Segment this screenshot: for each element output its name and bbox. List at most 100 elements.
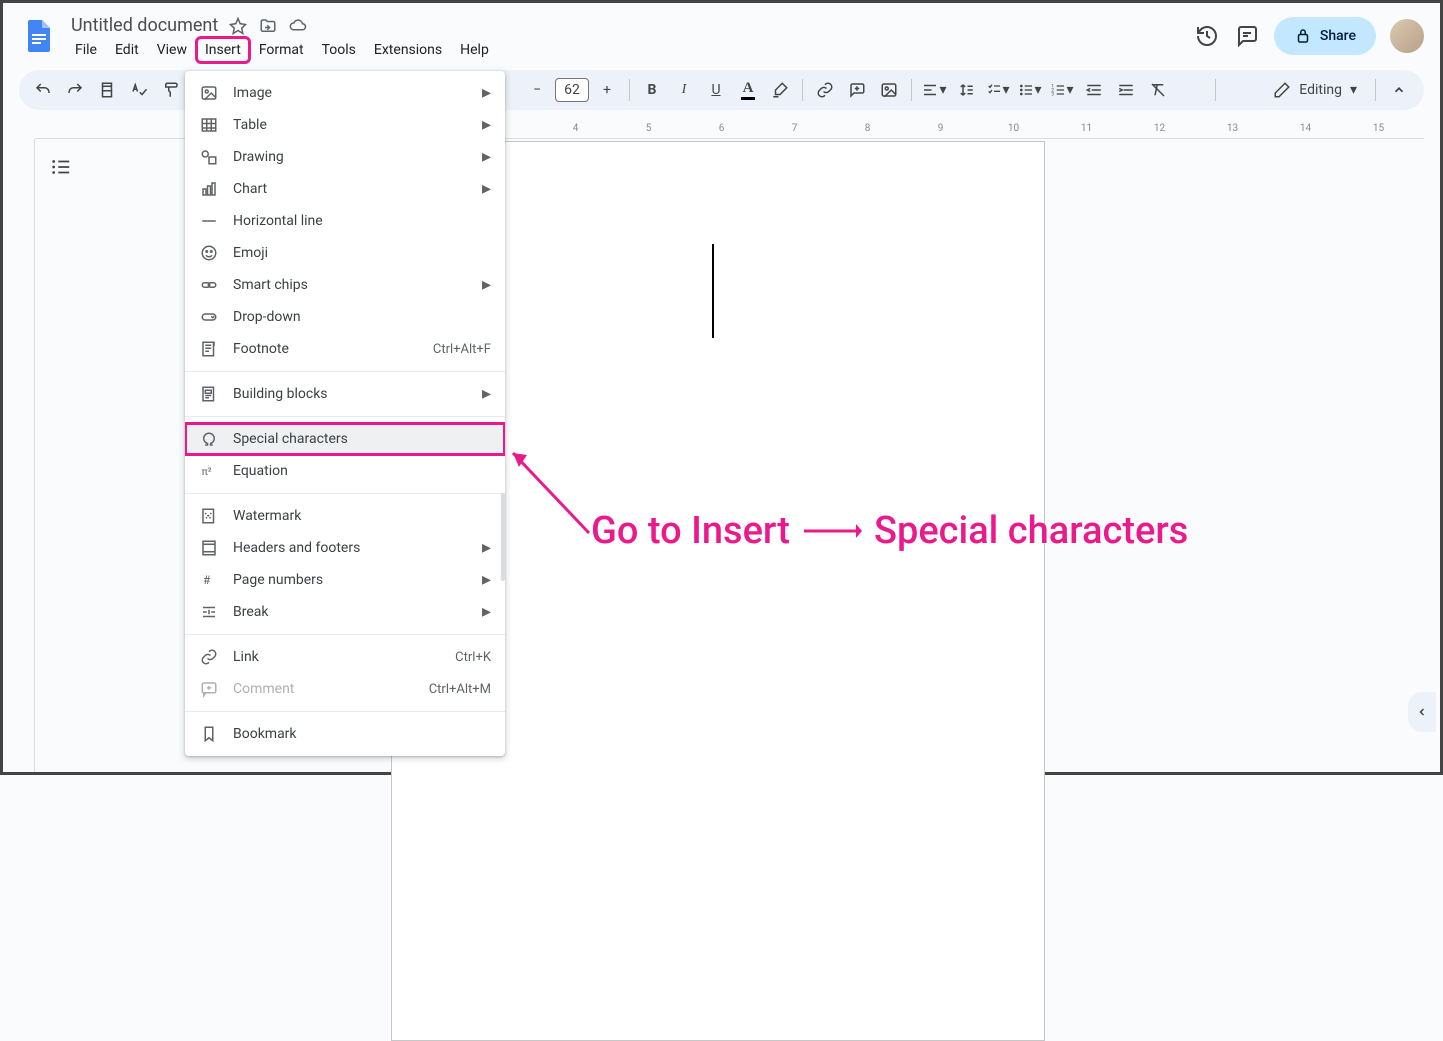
text-color-button[interactable]: A xyxy=(734,76,762,104)
menu-item-label: Drop-down xyxy=(233,309,491,325)
menu-shortcut: Ctrl+Alt+F xyxy=(433,342,491,357)
menu-extensions[interactable]: Extensions xyxy=(366,38,450,62)
menu-item-equation[interactable]: π²Equation xyxy=(185,455,505,487)
menu-item-footnote[interactable]: 1 Footnote Ctrl+Alt+F xyxy=(185,333,505,365)
menu-shortcut: Ctrl+Alt+M xyxy=(429,682,491,697)
font-size-input[interactable]: 62 xyxy=(555,78,589,102)
doc-title[interactable]: Untitled document xyxy=(71,15,218,36)
menu-item-label: Smart chips xyxy=(233,277,468,293)
comments-icon[interactable] xyxy=(1234,23,1260,49)
redo-button[interactable] xyxy=(61,76,89,104)
editing-mode-button[interactable]: Editing ▾ xyxy=(1263,81,1367,99)
paint-format-button[interactable] xyxy=(157,76,185,104)
menu-item-page-numbers[interactable]: #Page numbers▸ xyxy=(185,564,505,596)
share-label: Share xyxy=(1320,28,1356,44)
pagenum-icon: # xyxy=(199,571,219,589)
move-folder-icon[interactable] xyxy=(258,16,278,36)
align-button[interactable]: ▾ xyxy=(920,76,948,104)
menu-item-label: Table xyxy=(233,117,468,133)
bold-button[interactable]: B xyxy=(638,76,666,104)
italic-button[interactable]: I xyxy=(670,76,698,104)
highlight-color-button[interactable] xyxy=(766,76,794,104)
menu-item-smart-chips[interactable]: Smart chips▸ xyxy=(185,269,505,301)
menu-item-label: Footnote xyxy=(233,341,419,357)
add-comment-button[interactable] xyxy=(843,76,871,104)
menu-item-label: Image xyxy=(233,85,468,101)
history-icon[interactable] xyxy=(1194,23,1220,49)
menu-item-label: Emoji xyxy=(233,245,491,261)
print-button[interactable] xyxy=(93,76,121,104)
spellcheck-button[interactable] xyxy=(125,76,153,104)
underline-button[interactable]: U xyxy=(702,76,730,104)
menu-item-watermark[interactable]: Watermark xyxy=(185,500,505,532)
undo-button[interactable] xyxy=(29,76,57,104)
svg-text:1: 1 xyxy=(213,341,216,348)
show-side-panel-button[interactable] xyxy=(1408,692,1436,732)
font-size-decrease[interactable]: − xyxy=(523,76,551,104)
menu-item-drawing[interactable]: Drawing▸ xyxy=(185,141,505,173)
svg-text:#: # xyxy=(203,573,211,587)
menu-item-label: Horizontal line xyxy=(233,213,491,229)
font-size-increase[interactable]: + xyxy=(593,76,621,104)
comment-icon xyxy=(199,680,219,698)
menu-item-link[interactable]: Link Ctrl+K xyxy=(185,641,505,673)
menu-item-bookmark[interactable]: Bookmark xyxy=(185,718,505,750)
menu-item-table[interactable]: Table ▸ xyxy=(185,109,505,141)
bulleted-list-button[interactable]: ▾ xyxy=(1016,76,1044,104)
avatar[interactable] xyxy=(1390,19,1424,53)
separator xyxy=(629,79,630,101)
menu-item-building-blocks[interactable]: Building blocks▸ xyxy=(185,378,505,410)
decrease-indent-button[interactable] xyxy=(1080,76,1108,104)
menu-file[interactable]: File xyxy=(67,38,105,62)
increase-indent-button[interactable] xyxy=(1112,76,1140,104)
insert-link-button[interactable] xyxy=(811,76,839,104)
editing-mode-label: Editing xyxy=(1299,82,1342,98)
submenu-arrow-icon: ▸ xyxy=(482,539,491,557)
menu-item-headers-and-footers[interactable]: Headers and footers▸ xyxy=(185,532,505,564)
menu-item-special-characters[interactable]: Special characters xyxy=(185,423,505,455)
submenu-arrow-icon: ▸ xyxy=(482,180,491,198)
numbered-list-button[interactable]: 123▾ xyxy=(1048,76,1076,104)
annotation-text: Go to Insert Special characters xyxy=(591,509,1188,553)
vertical-ruler[interactable] xyxy=(19,139,35,772)
menu-view[interactable]: View xyxy=(149,38,195,62)
checklist-button[interactable]: ▾ xyxy=(984,76,1012,104)
menu-item-label: Link xyxy=(233,649,441,665)
docs-logo-icon[interactable] xyxy=(19,15,59,55)
dropdown-icon xyxy=(199,308,219,326)
menu-item-image[interactable]: Image▸ xyxy=(185,77,505,109)
menu-item-drop-down[interactable]: Drop-down xyxy=(185,301,505,333)
menu-help[interactable]: Help xyxy=(452,38,497,62)
menu-separator xyxy=(185,371,505,372)
menu-edit[interactable]: Edit xyxy=(107,38,147,62)
outline-toggle[interactable] xyxy=(47,153,75,181)
submenu-arrow-icon: ▸ xyxy=(482,116,491,134)
menu-tools[interactable]: Tools xyxy=(314,38,364,62)
menu-item-break[interactable]: Break▸ xyxy=(185,596,505,628)
collapse-toolbar-button[interactable] xyxy=(1384,75,1414,105)
watermark-icon xyxy=(199,507,219,525)
chart-icon xyxy=(199,180,219,198)
cloud-status-icon[interactable] xyxy=(288,16,308,36)
svg-text:π²: π² xyxy=(202,465,212,478)
share-button[interactable]: Share xyxy=(1274,17,1376,55)
insert-image-button[interactable] xyxy=(875,76,903,104)
arrow-right-icon xyxy=(802,519,862,543)
submenu-arrow-icon: ▸ xyxy=(482,571,491,589)
blocks-icon xyxy=(199,385,219,403)
line-spacing-button[interactable] xyxy=(952,76,980,104)
clear-formatting-button[interactable] xyxy=(1144,76,1172,104)
bookmark-icon xyxy=(199,725,219,743)
menu-format[interactable]: Format xyxy=(251,38,312,62)
menu-separator xyxy=(185,634,505,635)
star-icon[interactable] xyxy=(228,16,248,36)
menu-separator xyxy=(185,711,505,712)
menu-shortcut: Ctrl+K xyxy=(455,650,491,665)
menu-item-horizontal-line[interactable]: Horizontal line xyxy=(185,205,505,237)
menu-item-emoji[interactable]: Emoji xyxy=(185,237,505,269)
menu-item-chart[interactable]: Chart▸ xyxy=(185,173,505,205)
drawing-icon xyxy=(199,148,219,166)
menu-insert[interactable]: Insert xyxy=(197,38,249,62)
title-zone: Untitled document File Edit View Insert … xyxy=(63,11,1194,62)
hline-icon xyxy=(199,212,219,230)
